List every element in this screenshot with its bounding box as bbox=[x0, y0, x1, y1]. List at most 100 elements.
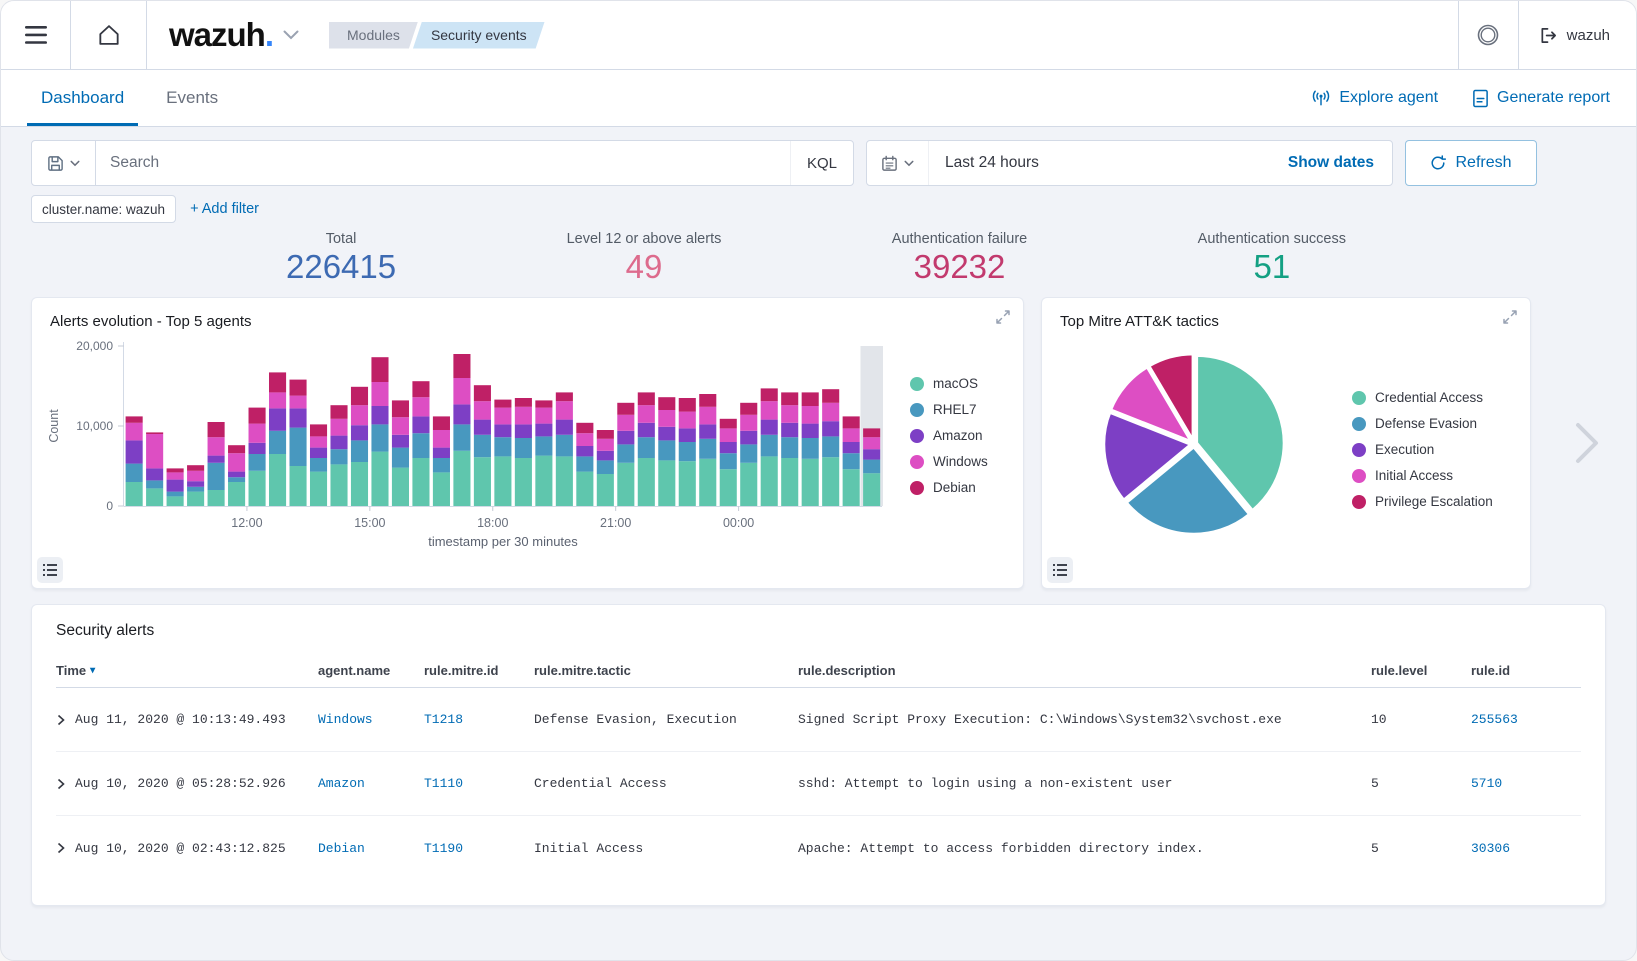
cell-rule-id[interactable]: 5710 bbox=[1471, 776, 1581, 791]
bar-segment[interactable] bbox=[187, 492, 204, 506]
bar-segment[interactable] bbox=[658, 440, 675, 460]
bar-segment[interactable] bbox=[249, 443, 266, 454]
cell-rule-id[interactable]: 255563 bbox=[1471, 712, 1581, 727]
bar-segment[interactable] bbox=[740, 444, 757, 462]
bar-segment[interactable] bbox=[351, 405, 368, 425]
bar-segment[interactable] bbox=[863, 428, 880, 437]
logout-button[interactable]: wazuh bbox=[1518, 1, 1636, 69]
bar-segment[interactable] bbox=[576, 433, 593, 446]
bar-segment[interactable] bbox=[228, 472, 245, 478]
bar-segment[interactable] bbox=[597, 451, 614, 461]
bar-segment[interactable] bbox=[474, 401, 491, 419]
bar-segment[interactable] bbox=[638, 423, 655, 437]
bar-segment[interactable] bbox=[187, 465, 204, 471]
show-dates-button[interactable]: Show dates bbox=[1288, 154, 1392, 172]
bar-segment[interactable] bbox=[269, 431, 286, 454]
bar-segment[interactable] bbox=[146, 468, 163, 480]
bar-segment[interactable] bbox=[843, 428, 860, 442]
bar-segment[interactable] bbox=[597, 460, 614, 474]
bar-segment[interactable] bbox=[310, 436, 327, 447]
bar-segment[interactable] bbox=[474, 435, 491, 457]
bar-segment[interactable] bbox=[863, 449, 880, 459]
cell-agent-name[interactable]: Windows bbox=[318, 712, 424, 727]
bar-segment[interactable] bbox=[761, 420, 778, 435]
legend-item[interactable]: RHEL7 bbox=[910, 402, 988, 417]
bar-segment[interactable] bbox=[433, 430, 450, 448]
row-expand-icon[interactable] bbox=[56, 842, 66, 854]
bar-segment[interactable] bbox=[433, 448, 450, 458]
legend-toggle-button[interactable] bbox=[37, 557, 63, 583]
bar-segment[interactable] bbox=[679, 412, 696, 429]
bar-segment[interactable] bbox=[126, 416, 143, 422]
legend-item[interactable]: Debian bbox=[910, 480, 988, 495]
bar-segment[interactable] bbox=[249, 424, 266, 443]
bar-segment[interactable] bbox=[617, 463, 634, 506]
bar-segment[interactable] bbox=[699, 459, 716, 506]
bar-segment[interactable] bbox=[330, 419, 347, 436]
bar-segment[interactable] bbox=[863, 460, 880, 474]
bar-segment[interactable] bbox=[310, 472, 327, 506]
bar-segment[interactable] bbox=[371, 424, 388, 451]
cell-rule-id[interactable]: 30306 bbox=[1471, 841, 1581, 856]
bar-segment[interactable] bbox=[310, 458, 327, 472]
bar-segment[interactable] bbox=[761, 401, 778, 419]
bar-segment[interactable] bbox=[228, 477, 245, 482]
cell-rule-mitre-id[interactable]: T1110 bbox=[424, 776, 534, 791]
cell-rule-mitre-id[interactable]: T1218 bbox=[424, 712, 534, 727]
bar-segment[interactable] bbox=[556, 435, 573, 457]
bar-segment[interactable] bbox=[720, 469, 737, 506]
next-panels-button[interactable] bbox=[1574, 422, 1600, 464]
bar-segment[interactable] bbox=[535, 436, 552, 455]
refresh-button[interactable]: Refresh bbox=[1405, 140, 1537, 186]
bar-segment[interactable] bbox=[371, 452, 388, 506]
bar-segment[interactable] bbox=[679, 461, 696, 506]
bar-segment[interactable] bbox=[699, 439, 716, 459]
bar-segment[interactable] bbox=[535, 456, 552, 506]
bar-segment[interactable] bbox=[494, 437, 511, 456]
row-expand-icon[interactable] bbox=[56, 714, 66, 726]
bar-segment[interactable] bbox=[289, 428, 306, 466]
bar-segment[interactable] bbox=[146, 434, 163, 468]
bar-segment[interactable] bbox=[126, 482, 143, 506]
breadcrumb-modules[interactable]: Modules bbox=[329, 22, 418, 49]
bar-segment[interactable] bbox=[699, 424, 716, 438]
bar-segment[interactable] bbox=[208, 490, 225, 506]
bar-segment[interactable] bbox=[843, 416, 860, 428]
bar-segment[interactable] bbox=[822, 421, 839, 436]
bar-segment[interactable] bbox=[474, 385, 491, 401]
bar-segment[interactable] bbox=[269, 392, 286, 408]
column-header-rule-id[interactable]: rule.id bbox=[1471, 663, 1581, 678]
bar-segment[interactable] bbox=[433, 458, 450, 472]
bar-segment[interactable] bbox=[494, 400, 511, 408]
bar-segment[interactable] bbox=[638, 405, 655, 423]
bar-segment[interactable] bbox=[126, 464, 143, 482]
bar-segment[interactable] bbox=[330, 405, 347, 419]
bar-segment[interactable] bbox=[740, 463, 757, 506]
bar-segment[interactable] bbox=[740, 415, 757, 431]
tab-events[interactable]: Events bbox=[152, 70, 232, 126]
expand-panel-button[interactable] bbox=[1502, 309, 1518, 325]
bar-segment[interactable] bbox=[617, 415, 634, 431]
bar-segment[interactable] bbox=[597, 474, 614, 506]
filter-pill[interactable]: cluster.name: wazuh bbox=[31, 195, 176, 223]
bar-segment[interactable] bbox=[802, 459, 819, 506]
bar-segment[interactable] bbox=[494, 456, 511, 506]
cell-agent-name[interactable]: Debian bbox=[318, 841, 424, 856]
bar-segment[interactable] bbox=[167, 480, 184, 492]
bar-segment[interactable] bbox=[330, 436, 347, 450]
legend-item[interactable]: Execution bbox=[1352, 442, 1493, 457]
bar-segment[interactable] bbox=[761, 456, 778, 506]
bar-segment[interactable] bbox=[740, 403, 757, 415]
cell-agent-name[interactable]: Amazon bbox=[318, 776, 424, 791]
bar-segment[interactable] bbox=[269, 408, 286, 430]
bar-segment[interactable] bbox=[412, 433, 429, 458]
bar-segment[interactable] bbox=[699, 407, 716, 425]
bar-segment[interactable] bbox=[371, 406, 388, 424]
bar-segment[interactable] bbox=[535, 400, 552, 407]
bar-segment[interactable] bbox=[638, 458, 655, 506]
legend-item[interactable]: Amazon bbox=[910, 428, 988, 443]
bar-segment[interactable] bbox=[781, 423, 798, 437]
bar-segment[interactable] bbox=[720, 419, 737, 429]
bar-segment[interactable] bbox=[371, 357, 388, 382]
bar-segment[interactable] bbox=[453, 451, 470, 506]
